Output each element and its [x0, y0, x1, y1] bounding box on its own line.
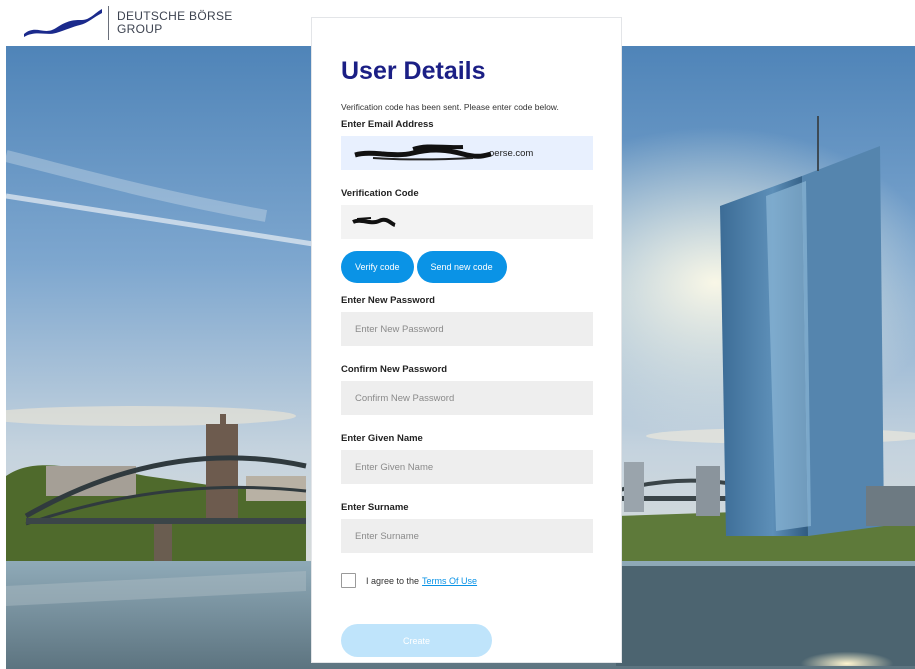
logo-text: DEUTSCHE BÖRSE GROUP [117, 10, 233, 36]
given-name-input[interactable] [341, 450, 593, 484]
logo-wave-icon [24, 9, 102, 37]
new-password-label: Enter New Password [341, 295, 435, 306]
terms-checkbox[interactable] [341, 573, 356, 588]
create-button[interactable]: Create [341, 624, 492, 657]
verification-code-label: Verification Code [341, 188, 419, 199]
surname-label: Enter Surname [341, 502, 409, 513]
verify-code-button[interactable]: Verify code [341, 251, 414, 283]
page: DEUTSCHE BÖRSE GROUP User Details Verifi… [0, 0, 915, 669]
email-field-wrapper [341, 136, 593, 170]
redaction-scribble [352, 217, 396, 227]
verification-field-wrapper [341, 205, 593, 239]
surname-input[interactable] [341, 519, 593, 553]
logo-divider [108, 6, 109, 40]
terms-prefix: I agree to the [366, 575, 420, 586]
verification-notice: Verification code has been sent. Please … [341, 102, 559, 112]
verification-actions: Verify code Send new code [341, 251, 592, 283]
confirm-password-label: Confirm New Password [341, 364, 448, 375]
send-new-code-button[interactable]: Send new code [416, 251, 507, 283]
user-details-card: User Details Verification code has been … [311, 17, 622, 663]
logo-line2: GROUP [117, 22, 163, 36]
redaction-scribble [354, 144, 492, 161]
email-label: Enter Email Address [341, 119, 434, 130]
page-title: User Details [341, 57, 486, 85]
deutsche-boerse-logo: DEUTSCHE BÖRSE GROUP [22, 6, 233, 40]
terms-row: I agree to the Terms Of Use [341, 573, 592, 588]
new-password-input[interactable] [341, 312, 593, 346]
terms-of-use-link[interactable]: Terms Of Use [422, 576, 477, 586]
confirm-password-input[interactable] [341, 381, 593, 415]
given-name-label: Enter Given Name [341, 433, 423, 444]
